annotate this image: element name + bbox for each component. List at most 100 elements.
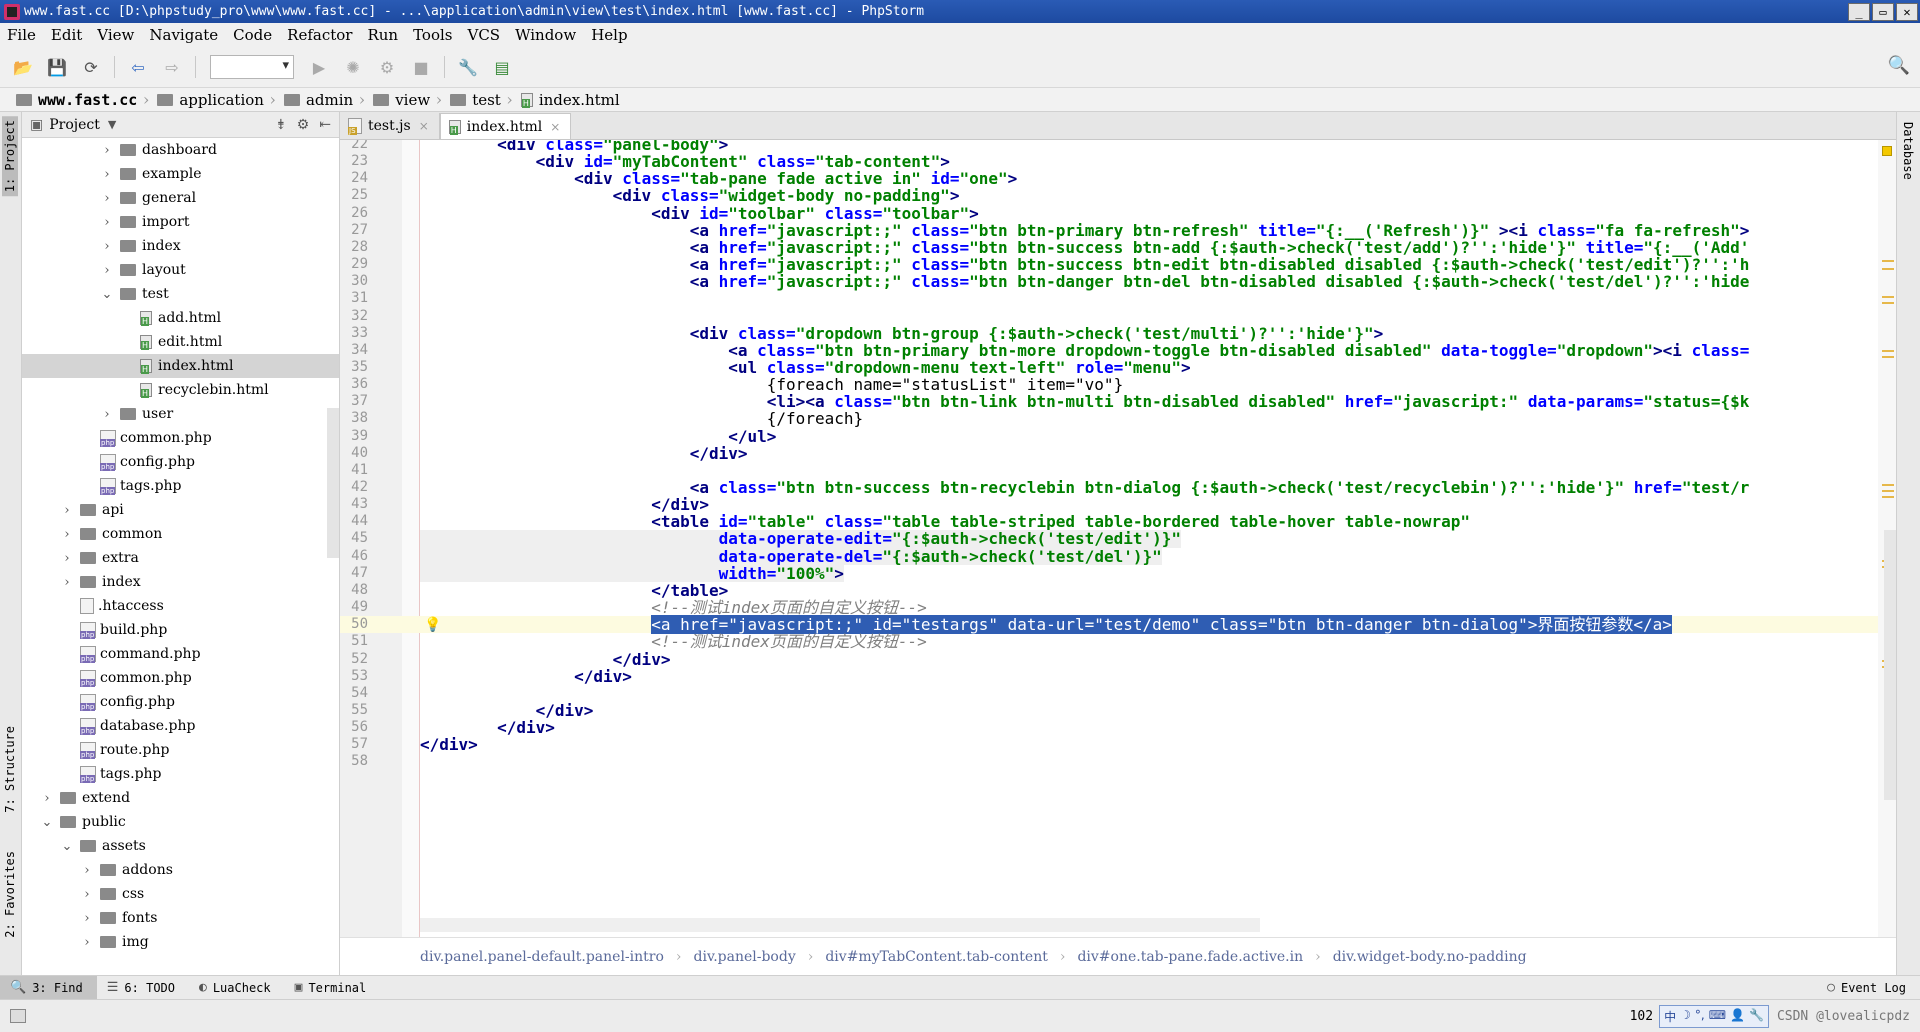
- tool-window-6-todo[interactable]: ☰ 6: TODO: [97, 976, 189, 1000]
- menu-item-file[interactable]: File: [0, 26, 44, 44]
- tree-item-common-php[interactable]: common.php: [22, 426, 339, 450]
- tree-item-index[interactable]: › index: [22, 570, 339, 594]
- breadcrumb-view[interactable]: view: [367, 90, 444, 109]
- breadcrumb-test[interactable]: test: [444, 90, 515, 109]
- breadcrumb-admin[interactable]: admin: [278, 90, 367, 109]
- menu-item-tools[interactable]: Tools: [406, 26, 460, 44]
- code-line[interactable]: 38 {/foreach}: [340, 410, 1896, 427]
- chevron-right-icon[interactable]: ›: [60, 503, 74, 518]
- code-line[interactable]: 25 <div class="widget-body no-padding">: [340, 187, 1896, 204]
- chevron-down-icon[interactable]: ⌄: [60, 839, 74, 854]
- code-line[interactable]: 33 <div class="dropdown btn-group {:$aut…: [340, 325, 1896, 342]
- tree-item-common-php[interactable]: common.php: [22, 666, 339, 690]
- run-icon[interactable]: ▶: [307, 55, 331, 79]
- tree-item-config-php[interactable]: config.php: [22, 690, 339, 714]
- code-line[interactable]: 31: [340, 290, 1896, 307]
- code-line[interactable]: 53 </div>: [340, 668, 1896, 685]
- hide-panel-icon[interactable]: ⇤: [319, 117, 331, 133]
- chevron-right-icon[interactable]: ›: [100, 263, 114, 278]
- debug-icon[interactable]: ✺: [341, 55, 365, 79]
- tree-item-extra[interactable]: › extra: [22, 546, 339, 570]
- chevron-down-icon[interactable]: ⌄: [100, 287, 114, 302]
- code-line[interactable]: 35 <ul class="dropdown-menu text-left" r…: [340, 359, 1896, 376]
- editor-vertical-scrollbar[interactable]: [1884, 530, 1896, 800]
- inspection-status-icon[interactable]: [1882, 146, 1892, 156]
- close-tab-icon[interactable]: ×: [550, 120, 560, 134]
- open-folder-icon[interactable]: 📂: [11, 55, 35, 79]
- search-everywhere-icon[interactable]: 🔍: [1888, 55, 1910, 76]
- tree-item-user[interactable]: › user: [22, 402, 339, 426]
- tree-item-example[interactable]: › example: [22, 162, 339, 186]
- tree-item-import[interactable]: › import: [22, 210, 339, 234]
- menu-item-navigate[interactable]: Navigate: [142, 26, 226, 44]
- sync-icon[interactable]: ⟳: [79, 55, 103, 79]
- chevron-right-icon[interactable]: ›: [100, 239, 114, 254]
- tree-item-layout[interactable]: › layout: [22, 258, 339, 282]
- ime-item[interactable]: 🔧: [1749, 1008, 1764, 1025]
- breadcrumb-application[interactable]: application: [151, 90, 278, 109]
- tree-item-route-php[interactable]: route.php: [22, 738, 339, 762]
- code-editor[interactable]: 22 <div class="panel-body"> 23 <div id="m…: [340, 140, 1896, 937]
- code-line[interactable]: 51 <!--测试index页面的自定义按钮-->: [340, 633, 1896, 650]
- editor-tab-index-html[interactable]: index.html ×: [439, 113, 572, 139]
- tree-item-build-php[interactable]: build.php: [22, 618, 339, 642]
- structure-tool-tab[interactable]: 7: Structure: [2, 722, 18, 817]
- chevron-down-icon[interactable]: ▼: [108, 118, 116, 131]
- stop-icon[interactable]: ■: [409, 55, 433, 79]
- tag-breadcrumb-item[interactable]: div.panel-body: [694, 949, 796, 965]
- chevron-right-icon[interactable]: ›: [60, 527, 74, 542]
- code-line[interactable]: 26 <div id="toolbar" class="toolbar">: [340, 205, 1896, 222]
- gear-icon[interactable]: ⚙: [297, 117, 310, 133]
- chevron-right-icon[interactable]: ›: [100, 191, 114, 206]
- coverage-icon[interactable]: ⚙: [375, 55, 399, 79]
- tree-item-config-php[interactable]: config.php: [22, 450, 339, 474]
- chevron-right-icon[interactable]: ›: [80, 935, 94, 950]
- settings-wrench-icon[interactable]: 🔧: [456, 55, 480, 79]
- back-arrow-icon[interactable]: ⇦: [126, 55, 150, 79]
- editor-tab-test-js[interactable]: test.js ×: [340, 113, 440, 139]
- code-line[interactable]: 49 <!--测试index页面的自定义按钮-->: [340, 599, 1896, 616]
- warning-marker[interactable]: [1882, 490, 1894, 492]
- tree-item-extend[interactable]: › extend: [22, 786, 339, 810]
- tool-window-luacheck[interactable]: ◐ LuaCheck: [189, 976, 285, 1000]
- tree-item-fonts[interactable]: › fonts: [22, 906, 339, 930]
- ime-item[interactable]: ☽: [1680, 1008, 1691, 1025]
- tree-item-common[interactable]: › common: [22, 522, 339, 546]
- tree-item-test[interactable]: ⌄ test: [22, 282, 339, 306]
- code-line[interactable]: 45 data-operate-edit="{:$auth->check('te…: [340, 530, 1896, 548]
- warning-marker[interactable]: [1882, 296, 1894, 298]
- editor-horizontal-scrollbar[interactable]: [420, 918, 1260, 932]
- collapse-all-icon[interactable]: ⇟: [275, 117, 287, 133]
- code-line[interactable]: 27 <a href="javascript:;" class="btn btn…: [340, 222, 1896, 239]
- tree-item-index-html[interactable]: index.html: [22, 354, 339, 378]
- tool-window-terminal[interactable]: ▣ Terminal: [285, 976, 381, 1000]
- favorites-tool-tab[interactable]: 2: Favorites: [2, 847, 18, 942]
- tree-item-edit-html[interactable]: edit.html: [22, 330, 339, 354]
- code-line[interactable]: 42 <a class="btn btn-success btn-recycle…: [340, 479, 1896, 496]
- tree-scrollbar[interactable]: [327, 408, 339, 558]
- caret-position[interactable]: 102: [1630, 1009, 1653, 1024]
- minimize-button[interactable]: _: [1848, 2, 1870, 21]
- menu-item-window[interactable]: Window: [508, 26, 584, 44]
- code-line[interactable]: 44 <table id="table" class="table table-…: [340, 513, 1896, 530]
- warning-marker[interactable]: [1882, 268, 1894, 270]
- warning-marker[interactable]: [1882, 484, 1894, 486]
- tree-item-database-php[interactable]: database.php: [22, 714, 339, 738]
- menu-item-help[interactable]: Help: [584, 26, 635, 44]
- code-line[interactable]: 57 </div>: [340, 736, 1896, 753]
- breadcrumb-project[interactable]: www.fast.cc: [10, 90, 151, 109]
- chevron-right-icon[interactable]: ›: [100, 167, 114, 182]
- code-line[interactable]: 55 </div>: [340, 702, 1896, 719]
- tool-window-3-find[interactable]: 🔍 3: Find: [0, 975, 97, 1000]
- menu-item-refactor[interactable]: Refactor: [280, 26, 360, 44]
- code-line[interactable]: 39 </ul>: [340, 427, 1896, 445]
- event-log-button[interactable]: ○ Event Log: [1817, 976, 1920, 1000]
- tree-item-tags-php[interactable]: tags.php: [22, 474, 339, 498]
- chevron-right-icon[interactable]: ›: [100, 407, 114, 422]
- close-tab-icon[interactable]: ×: [419, 119, 429, 133]
- tag-breadcrumb-item[interactable]: div#one.tab-pane.fade.active.in: [1077, 949, 1303, 965]
- tree-item-add-html[interactable]: add.html: [22, 306, 339, 330]
- chevron-right-icon[interactable]: ›: [80, 863, 94, 878]
- warning-marker[interactable]: [1882, 302, 1894, 304]
- code-line[interactable]: 34 <a class="btn btn-primary btn-more dr…: [340, 342, 1896, 359]
